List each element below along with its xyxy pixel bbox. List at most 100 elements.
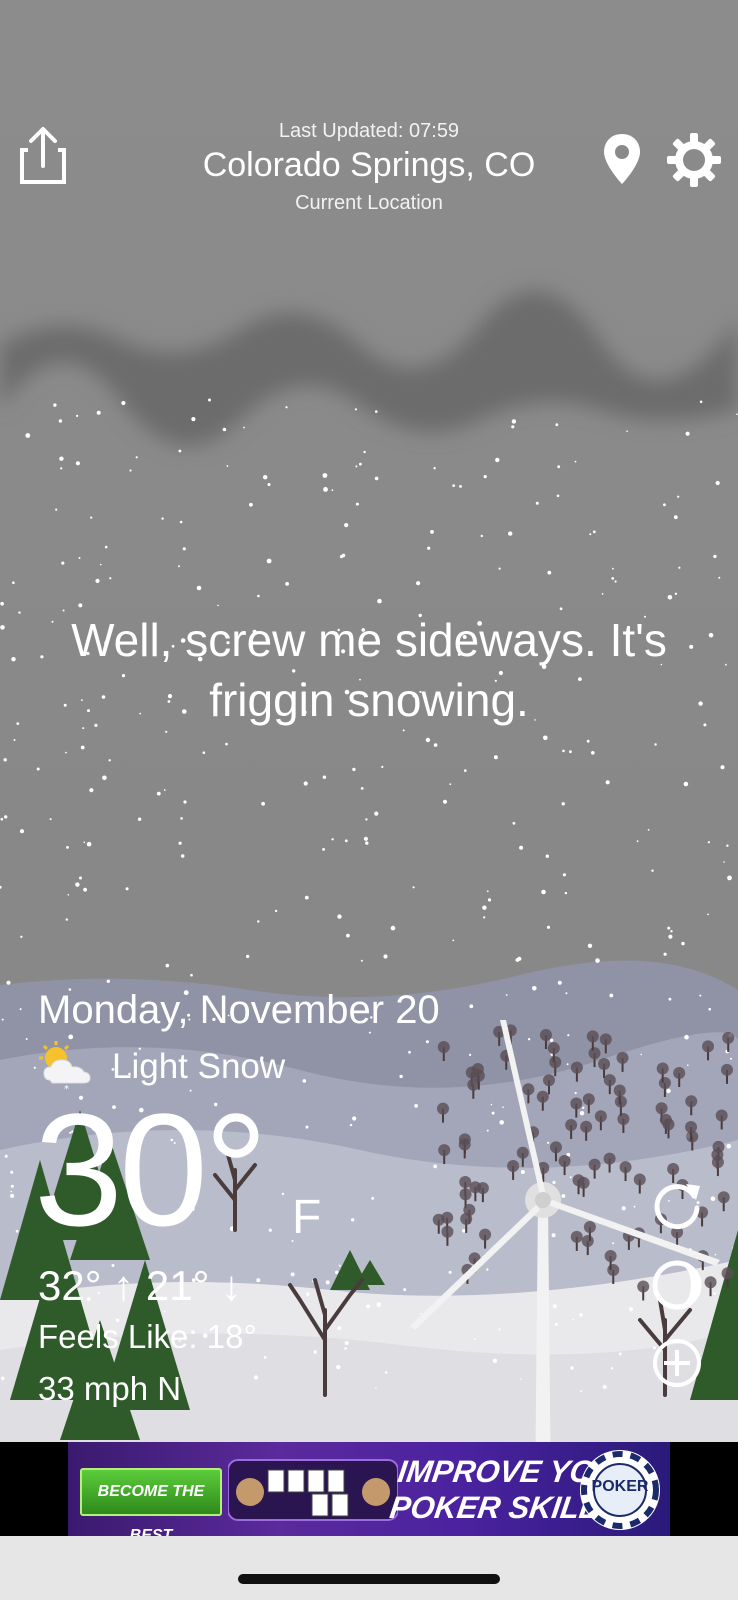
snowflake <box>183 800 187 804</box>
snowflake <box>667 595 673 600</box>
snowflake <box>556 494 560 498</box>
snowflake <box>427 546 431 550</box>
snowflake <box>331 489 334 492</box>
snowflake <box>448 1270 452 1274</box>
snowflake <box>602 1384 607 1389</box>
snowflake <box>165 730 168 733</box>
snowflake <box>337 1326 342 1331</box>
snowflake <box>495 457 500 463</box>
ad-banner[interactable]: BECOME THE BEST IMPROVE YOUR POKER SKILL… <box>68 1442 670 1536</box>
snowflake <box>325 1280 330 1285</box>
snowflake <box>572 1318 574 1321</box>
snowflake <box>285 406 288 409</box>
snowflake <box>344 523 349 528</box>
snowflake <box>486 890 489 893</box>
snowflake <box>137 817 142 821</box>
wind-speed: 33 mph N <box>38 1370 182 1407</box>
snowflake <box>547 570 552 575</box>
snowflake <box>374 476 379 481</box>
snowflake <box>59 456 64 461</box>
snowflake <box>331 838 334 841</box>
snowflake <box>663 503 666 507</box>
snowflake <box>561 802 565 806</box>
snowflake <box>49 818 52 821</box>
snowflake <box>196 585 202 591</box>
snowflake <box>561 1194 566 1198</box>
snowflake <box>491 1111 495 1115</box>
snowflake <box>570 1366 574 1370</box>
snowflake <box>551 1233 556 1238</box>
snowflake <box>430 530 434 534</box>
snowflake <box>443 799 447 804</box>
home-indicator[interactable] <box>238 1574 500 1584</box>
snowflake <box>425 1040 429 1044</box>
location-button[interactable] <box>602 132 642 186</box>
ad-cta-button[interactable]: BECOME THE BEST <box>80 1468 222 1536</box>
add-location-button[interactable] <box>650 1336 704 1390</box>
snowflake <box>156 791 161 796</box>
snowflake <box>129 469 132 472</box>
snowflake <box>121 400 126 406</box>
snowflake <box>338 1264 341 1267</box>
snowflake <box>376 1302 382 1308</box>
forecast-date: Monday, November 20 <box>38 988 440 1032</box>
snowflake <box>102 775 107 781</box>
refresh-icon <box>654 1184 700 1230</box>
map-pin-icon <box>604 134 640 184</box>
snowflake <box>511 419 517 424</box>
snowflake <box>687 1064 689 1066</box>
snowflake <box>414 1104 418 1108</box>
snowflake <box>589 533 592 536</box>
temperature-unit: F <box>292 1191 322 1244</box>
snowflake <box>178 565 180 568</box>
snowflake <box>515 958 520 962</box>
snowflake <box>360 959 363 962</box>
snowflake <box>562 749 565 753</box>
snowflake <box>667 926 671 930</box>
snowflake <box>647 829 650 831</box>
plus-circle-icon <box>653 1339 701 1387</box>
snowflake <box>285 582 289 586</box>
snowflake <box>355 465 358 468</box>
snowflake <box>366 1304 370 1309</box>
snowflake <box>713 1292 716 1295</box>
snowflake <box>20 935 23 938</box>
snowflake <box>89 788 94 793</box>
snowflake <box>610 1367 614 1370</box>
snowflake <box>629 1307 633 1312</box>
snowflake <box>591 751 595 755</box>
snowflake <box>381 765 384 769</box>
snowflake <box>490 1103 493 1106</box>
snowflake <box>375 1387 377 1389</box>
snowflake <box>125 887 129 891</box>
snowflake <box>715 480 720 486</box>
refresh-button[interactable] <box>650 1178 704 1232</box>
settings-button[interactable] <box>666 132 722 188</box>
snowflake <box>459 485 462 488</box>
snowflake <box>246 954 250 959</box>
snowflake <box>520 1378 522 1380</box>
snowflake <box>274 909 278 913</box>
snowflake <box>208 398 211 402</box>
gear-icon <box>667 133 721 187</box>
snowflake <box>182 547 186 551</box>
snowflake <box>541 889 546 895</box>
snowflake <box>713 554 717 559</box>
weather-quip: Well, screw me sideways. It's friggin sn… <box>71 614 667 726</box>
current-temperature[interactable]: 30° <box>34 1090 268 1250</box>
snowflake <box>249 502 253 507</box>
snowflake <box>217 604 219 607</box>
snowflake <box>1 1376 5 1381</box>
snowflake <box>674 592 678 595</box>
snowflake <box>12 581 15 584</box>
snowflake <box>685 431 690 436</box>
snowflake <box>640 1053 642 1056</box>
snowflake <box>109 577 112 580</box>
snowflake <box>569 1176 572 1179</box>
snowflake <box>449 783 452 786</box>
snowflake <box>365 818 368 821</box>
snowflake <box>313 1350 317 1354</box>
snowflake <box>555 423 559 427</box>
snowflake <box>180 854 185 858</box>
moon-phase-button[interactable] <box>650 1258 704 1312</box>
